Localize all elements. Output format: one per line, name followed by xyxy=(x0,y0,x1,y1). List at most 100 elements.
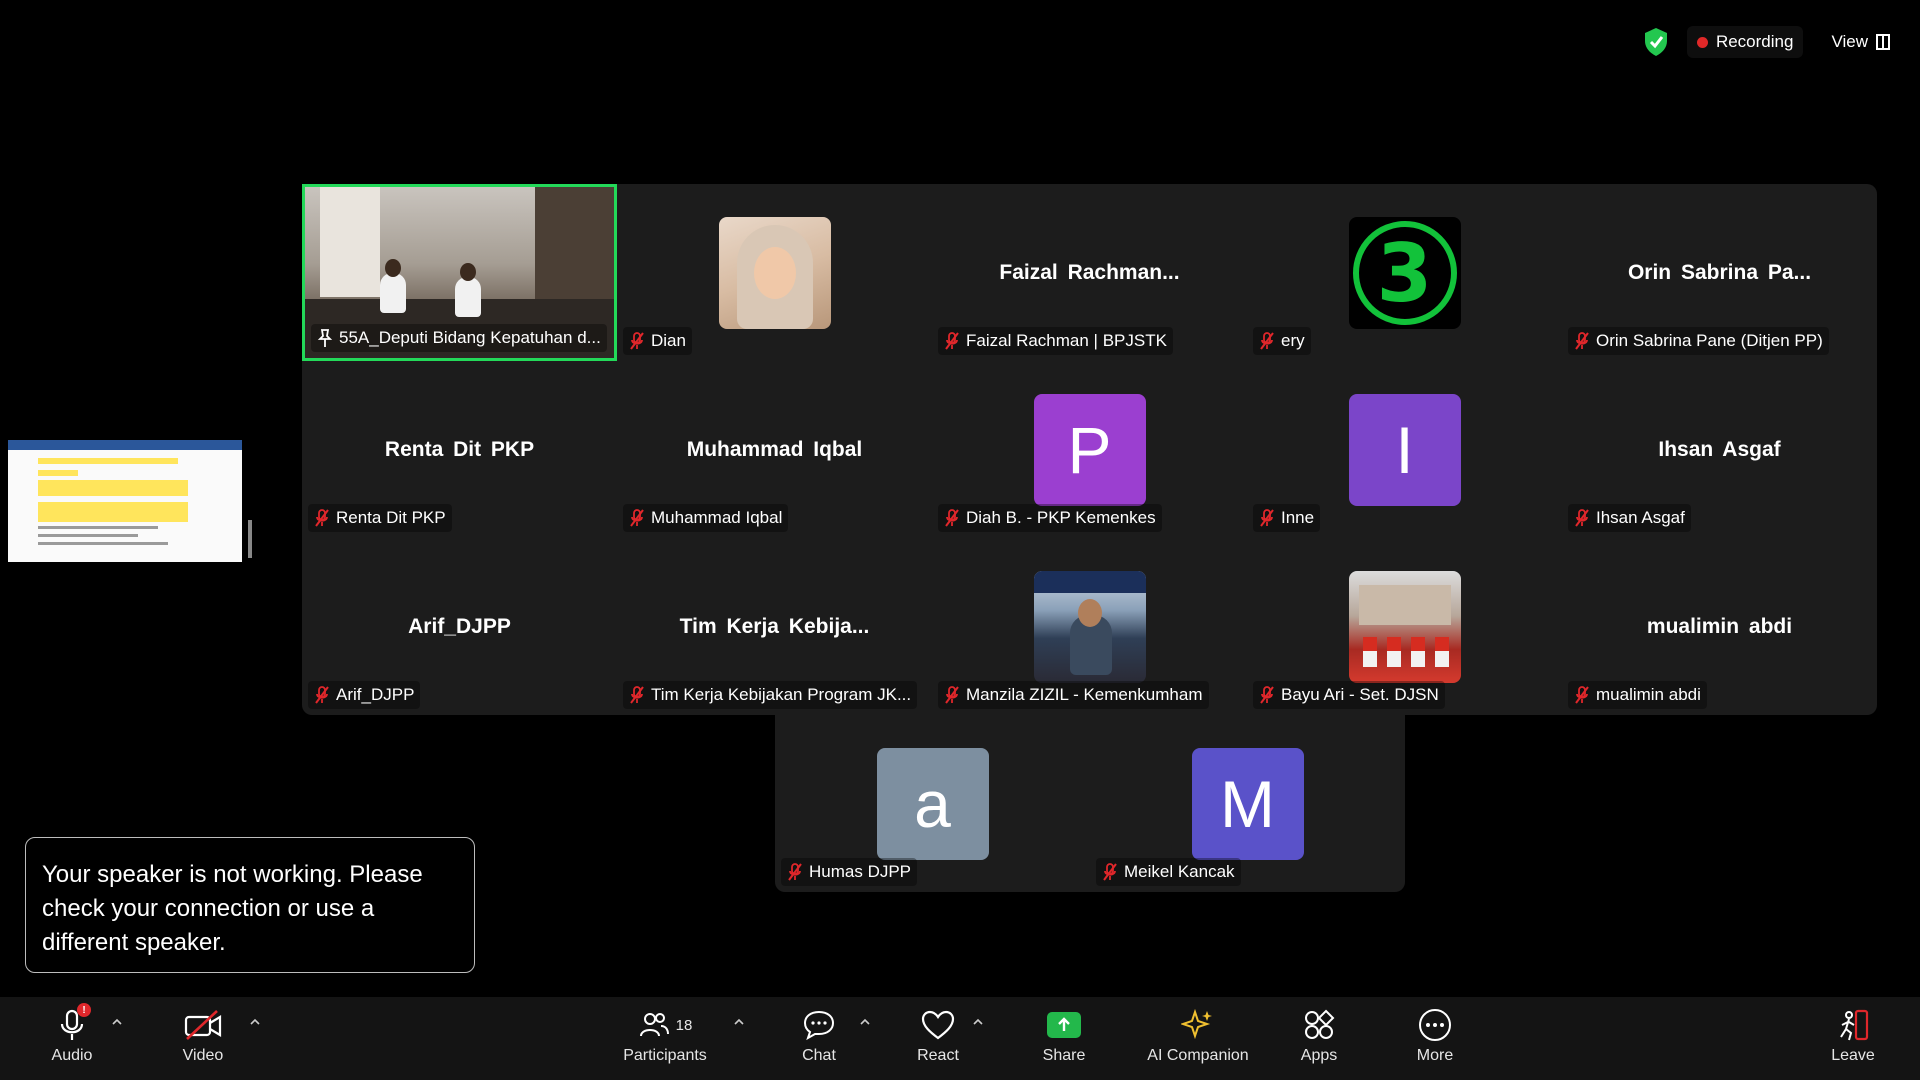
participant-avatar: a xyxy=(876,748,989,860)
participant-name-label: Humas DJPP xyxy=(781,858,918,886)
view-label: View xyxy=(1831,32,1868,51)
leave-icon xyxy=(1840,1009,1869,1041)
apps-button[interactable]: Apps xyxy=(1264,1005,1374,1065)
speaker-warning-notice: Your speaker is not working. Please chec… xyxy=(25,837,475,973)
chat-options-chevron-icon[interactable] xyxy=(860,1017,870,1027)
share-screen-icon xyxy=(1047,1012,1081,1038)
ai-companion-button[interactable]: AI Companion xyxy=(1133,1005,1263,1065)
participant-avatar: M xyxy=(1191,748,1304,860)
mic-muted-icon xyxy=(315,509,329,527)
shield-icon[interactable] xyxy=(1643,27,1669,57)
participant-name-label: Dian xyxy=(623,327,692,355)
mic-muted-icon xyxy=(1575,332,1589,350)
mic-muted-icon xyxy=(1260,332,1274,350)
share-button[interactable]: Share xyxy=(1009,1005,1119,1065)
audio-label: Audio xyxy=(51,1047,93,1064)
more-icon xyxy=(1419,1009,1451,1041)
document-text-line xyxy=(38,542,168,545)
participants-icon xyxy=(639,1013,669,1037)
mic-muted-icon xyxy=(630,509,644,527)
participant-photo xyxy=(1348,571,1461,683)
audio-button[interactable]: ! Audio xyxy=(17,1003,127,1065)
document-text-line xyxy=(38,526,158,529)
mic-muted-icon xyxy=(315,686,329,704)
participant-name-label: Renta Dit PKP xyxy=(308,504,452,532)
recording-indicator[interactable]: Recording xyxy=(1686,26,1804,58)
participant-tile[interactable]: mualimin abdi mualimin abdi xyxy=(1562,538,1877,715)
react-options-chevron-icon[interactable] xyxy=(973,1017,983,1027)
participant-name-label: Meikel Kancak xyxy=(1096,858,1241,886)
chat-icon xyxy=(803,1010,835,1041)
participant-tile[interactable]: Orin Sabrina Pa... Orin Sabrina Pane (Di… xyxy=(1562,184,1877,361)
mic-muted-icon xyxy=(945,686,959,704)
video-button[interactable]: Video xyxy=(148,1005,258,1065)
meeting-toolbar: ! Audio Video 18 Participants Chat React xyxy=(0,997,1920,1080)
audio-warning-badge: ! xyxy=(77,1003,91,1017)
participant-tile[interactable]: Bayu Ari - Set. DJSN xyxy=(1247,538,1562,715)
chat-button[interactable]: Chat xyxy=(764,1005,874,1065)
screen-share-thumbnail[interactable] xyxy=(8,440,242,562)
top-bar: Recording View xyxy=(1643,22,1900,62)
react-label: React xyxy=(917,1047,959,1064)
mic-muted-icon xyxy=(1260,509,1274,527)
participant-tile[interactable]: M Meikel Kancak xyxy=(1090,715,1405,892)
video-label: Video xyxy=(182,1047,224,1064)
video-off-icon xyxy=(184,1010,222,1040)
participant-name-label: Bayu Ari - Set. DJSN xyxy=(1253,681,1445,709)
document-text-line xyxy=(38,534,138,537)
participant-tile[interactable]: Faizal Rachman... Faizal Rachman | BPJST… xyxy=(932,184,1247,361)
participant-tile[interactable]: a Humas DJPP xyxy=(775,715,1090,892)
apps-icon xyxy=(1305,1009,1335,1039)
recording-label: Recording xyxy=(1715,32,1794,51)
participant-tile[interactable]: Renta Dit PKP Renta Dit PKP xyxy=(302,361,617,538)
mic-muted-icon xyxy=(1575,686,1589,704)
participant-name-label: Ihsan Asgaf xyxy=(1568,504,1691,532)
participant-tile[interactable]: Arif_DJPP Arif_DJPP xyxy=(302,538,617,715)
participant-name-label: 55A_Deputi Bidang Kepatuhan d... xyxy=(311,324,607,352)
participant-tile[interactable]: I Inne xyxy=(1247,361,1562,538)
react-button[interactable]: React xyxy=(883,1005,993,1065)
participant-name-label: Manzila ZIZIL - Kemenkumham xyxy=(938,681,1209,709)
mic-muted-icon xyxy=(945,332,959,350)
more-label: More xyxy=(1416,1047,1454,1064)
leave-button[interactable]: Leave xyxy=(1798,1005,1908,1065)
participants-button[interactable]: 18 Participants xyxy=(610,1005,720,1065)
participant-photo xyxy=(1033,571,1146,683)
view-grid-icon xyxy=(1876,34,1890,50)
participants-count: 18 xyxy=(675,1016,693,1034)
participant-avatar: I xyxy=(1348,394,1461,506)
view-button[interactable]: View xyxy=(1821,26,1900,58)
document-highlight-block xyxy=(38,480,188,496)
sparkle-icon xyxy=(1181,1008,1212,1040)
participant-tile[interactable]: 55A_Deputi Bidang Kepatuhan d... xyxy=(302,184,617,361)
participant-name-label: ery xyxy=(1253,327,1311,355)
participant-tile[interactable]: Ihsan Asgaf Ihsan Asgaf xyxy=(1562,361,1877,538)
participant-tile[interactable]: 3 ery xyxy=(1247,184,1562,361)
chat-label: Chat xyxy=(802,1047,836,1064)
participant-name-label: Diah B. - PKP Kemenkes xyxy=(938,504,1162,532)
ai-companion-label: AI Companion xyxy=(1147,1047,1249,1064)
participant-name-label: Faizal Rachman | BPJSTK xyxy=(938,327,1173,355)
participant-tile[interactable]: Tim Kerja Kebija... Tim Kerja Kebijakan … xyxy=(617,538,932,715)
apps-label: Apps xyxy=(1300,1047,1338,1064)
document-highlight-line xyxy=(38,458,178,464)
participant-tile[interactable]: Dian xyxy=(617,184,932,361)
more-button[interactable]: More xyxy=(1380,1005,1490,1065)
leave-label: Leave xyxy=(1831,1047,1875,1064)
participant-tile[interactable]: Muhammad Iqbal Muhammad Iqbal xyxy=(617,361,932,538)
participant-name-label: Arif_DJPP xyxy=(308,681,421,709)
recording-dot-icon xyxy=(1696,36,1708,48)
pin-icon xyxy=(317,329,333,347)
participant-name-label: Tim Kerja Kebijakan Program JK... xyxy=(623,681,918,709)
document-highlight-block xyxy=(38,502,188,522)
audio-options-chevron-icon[interactable] xyxy=(112,1017,122,1027)
participant-tile[interactable]: P Diah B. - PKP Kemenkes xyxy=(932,361,1247,538)
participant-tile[interactable]: Manzila ZIZIL - Kemenkumham xyxy=(932,538,1247,715)
mic-muted-icon xyxy=(1260,686,1274,704)
participant-avatar: P xyxy=(1033,394,1146,506)
heart-icon xyxy=(921,1010,955,1040)
video-options-chevron-icon[interactable] xyxy=(250,1017,260,1027)
resize-handle[interactable] xyxy=(248,520,252,558)
participants-options-chevron-icon[interactable] xyxy=(734,1017,744,1027)
participant-name-label: Muhammad Iqbal xyxy=(623,504,789,532)
